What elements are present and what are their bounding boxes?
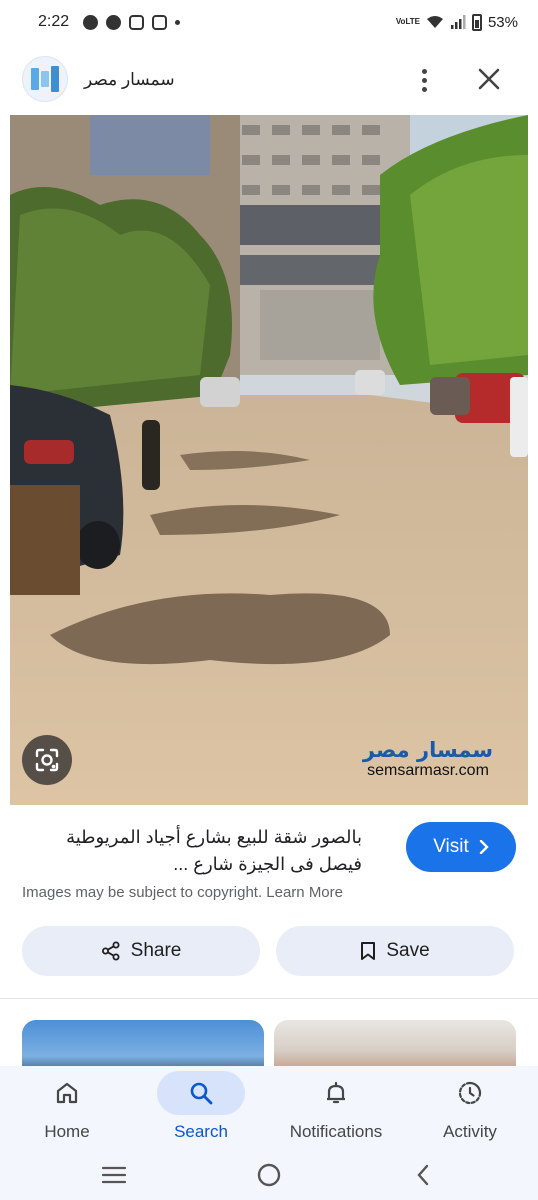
status-time: 2:22	[38, 13, 70, 30]
result-title-line2: فيصل فى الجيزة شارع ...	[173, 854, 362, 874]
divider	[0, 998, 538, 999]
home-icon	[56, 1082, 78, 1104]
instagram-icon	[129, 14, 145, 30]
status-right: VoLTE 53%	[395, 13, 518, 31]
messenger-icon	[83, 14, 99, 30]
lens-icon	[35, 748, 59, 772]
back-chevron-icon[interactable]	[408, 1160, 438, 1190]
nav-home-pill	[23, 1071, 111, 1115]
share-button[interactable]: Share	[22, 926, 260, 976]
visit-label: Visit	[433, 836, 469, 857]
more-options-icon[interactable]	[410, 64, 438, 96]
visit-button[interactable]: Visit	[406, 822, 516, 872]
nav-search[interactable]: Search	[141, 1066, 261, 1152]
home-circle-icon[interactable]	[254, 1160, 284, 1190]
signal-icon	[450, 15, 466, 29]
watermark-arabic: سمسار مصر	[362, 738, 494, 762]
image-viewer-header: سمسار مصر	[0, 56, 538, 104]
bottom-navigation: Home Search Notifications Activity	[0, 1066, 538, 1152]
result-title[interactable]: بالصور شقة للبيع بشارع أجياد المريوطية ف…	[22, 824, 362, 878]
save-button[interactable]: Save	[276, 926, 514, 976]
messenger-icon	[106, 14, 122, 30]
nav-notifications-pill	[292, 1071, 380, 1115]
street-photo	[10, 115, 528, 805]
wifi-icon	[426, 16, 443, 28]
bell-icon	[327, 1081, 345, 1104]
save-label: Save	[386, 940, 430, 961]
nav-search-pill	[157, 1071, 245, 1115]
volte-indicator: VoLTE	[395, 17, 420, 26]
copyright-notice[interactable]: Images may be subject to copyright. Lear…	[22, 884, 343, 901]
google-lens-button[interactable]	[22, 735, 72, 785]
recent-apps-icon[interactable]	[99, 1160, 129, 1190]
search-icon	[190, 1082, 213, 1105]
nav-activity-pill	[426, 1071, 514, 1115]
nav-home[interactable]: Home	[7, 1066, 127, 1152]
watermark-english: semsarmasr.com	[367, 762, 489, 779]
status-left: 2:22	[38, 13, 181, 31]
nav-home-label: Home	[44, 1122, 90, 1141]
system-navigation-bar	[0, 1152, 538, 1200]
nav-activity-label: Activity	[443, 1122, 497, 1141]
result-image[interactable]	[10, 115, 528, 805]
result-title-line1: بالصور شقة للبيع بشارع أجياد المريوطية	[66, 827, 362, 847]
nav-search-label: Search	[174, 1122, 228, 1141]
site-logo-icon[interactable]	[22, 56, 68, 102]
share-label: Share	[130, 940, 182, 961]
image-watermark: سمسار مصر semsarmasr.com	[348, 738, 508, 780]
nav-notifications[interactable]: Notifications	[276, 1066, 396, 1152]
status-bar: 2:22 VoLTE 53%	[0, 0, 538, 44]
more-notifications-dot-icon	[175, 19, 181, 25]
site-name[interactable]: سمسار مصر	[84, 70, 175, 90]
bookmark-icon	[361, 942, 376, 960]
battery-percent: 53%	[487, 13, 518, 31]
battery-icon	[471, 13, 482, 31]
close-icon[interactable]	[474, 64, 504, 94]
nav-notifications-label: Notifications	[289, 1122, 383, 1141]
activity-icon	[458, 1081, 482, 1105]
instagram-icon	[152, 14, 168, 30]
nav-activity[interactable]: Activity	[410, 1066, 530, 1152]
share-icon	[101, 941, 120, 961]
chevron-right-icon	[479, 840, 489, 854]
